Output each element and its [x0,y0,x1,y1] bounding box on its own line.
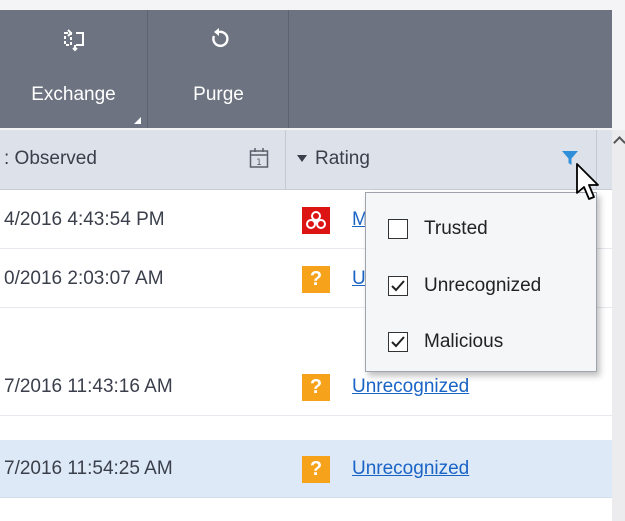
vertical-scrollbar[interactable] [612,130,625,521]
unrecognized-checkbox[interactable] [388,276,408,296]
filter-option-label: Trusted [424,218,488,239]
svg-text:1: 1 [256,158,262,168]
unknown-file-icon: ? [302,374,330,401]
observed-date: 7/2016 11:54:25 AM [4,458,173,479]
rating-link[interactable]: U [352,268,366,290]
scroll-up-icon[interactable] [613,136,625,149]
malicious-checkbox[interactable] [388,332,408,352]
filter-option-label: Unrecognized [424,275,542,296]
toolbar-band: Exchange Purge [0,10,612,128]
rating-link[interactable]: Unrecognized [352,376,469,398]
exchange-icon [0,28,147,54]
purge-button[interactable]: Purge [149,10,289,128]
purge-icon [149,28,288,54]
observed-date: 4/2016 4:43:54 PM [4,209,165,230]
grid-header: : Observed 1 Rating [0,130,612,190]
checkmark-icon [391,280,405,292]
column-header-observed[interactable]: : Observed 1 [0,130,286,190]
filter-option-unrecognized[interactable]: Unrecognized [388,272,541,300]
column-header-rating-label: Rating [315,148,370,169]
purge-label: Purge [193,84,244,105]
biohazard-icon [302,207,330,234]
column-header-observed-label: : Observed [4,148,97,169]
column-header-rating[interactable]: Rating [287,130,597,190]
rating-filter-dropdown: Trusted Unrecognized Malicious [365,192,597,372]
exchange-label: Exchange [31,84,116,105]
unknown-file-icon: ? [302,266,330,293]
sort-down-icon [297,155,307,162]
observed-date: 7/2016 11:43:16 AM [4,376,173,397]
filter-option-malicious[interactable]: Malicious [388,328,503,356]
checkmark-icon [391,336,405,348]
filter-option-trusted[interactable]: Trusted [388,215,488,243]
filter-option-label: Malicious [424,331,504,352]
rating-link[interactable]: Unrecognized [352,458,469,480]
exchange-button[interactable]: Exchange [0,10,148,128]
trusted-checkbox[interactable] [388,219,408,239]
dropdown-corner-icon [134,117,141,124]
table-row-selected[interactable]: 7/2016 11:54:25 AM ? Unrecognized [0,440,612,498]
observed-date: 0/2016 2:03:07 AM [4,268,164,289]
toolbar: Exchange Purge [0,0,625,130]
mouse-cursor-icon [576,163,599,200]
calendar-icon[interactable]: 1 [249,147,269,169]
unknown-file-icon: ? [302,456,330,483]
